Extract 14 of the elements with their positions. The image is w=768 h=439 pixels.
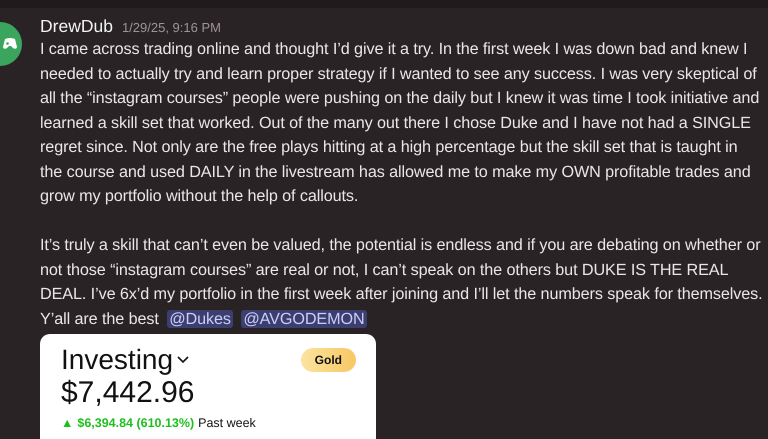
up-triangle-icon: ▲ — [61, 416, 74, 430]
tier-badge: Gold — [300, 348, 356, 372]
message-text: I came across trading online and thought I’d give it a try. In the first week I was down bad and knew I needed to actually try and learn proper strategy if I wanted to see any success. I was very skeptical of all the “instagram courses” people were pushing on the daily but I knew it was time I took initiative and learned a skill set that worked. Out of the many out there I chose Duke and I have not had a SINGLE regret since. Not only are the free plays hitting at a high percentage but the skill set that is taught in the course and used DAILY in the livestream has allowed me to make my OWN profitable trades and grow my portfolio without the help of callouts. — [40, 39, 760, 207]
mention-link[interactable]: @AVGODEMON — [241, 310, 367, 328]
message-text: It’s truly a skill that can’t even be valued, the potential is endless and if you are debating on whether or not those “instagram courses” are real or not, I can’t speak on the others but DUKE IS THE REAL DEAL. I’ve 6x’d my portfolio in the first week after joining and I’ll let the numbers speak for themselves. Y’all are the best @Dukes @AVGODEMON — [40, 235, 764, 330]
author-name[interactable]: DrewDub — [40, 16, 113, 37]
chevron-down-icon[interactable] — [177, 356, 190, 364]
timestamp: 1/29/25, 9:16 PM — [122, 20, 221, 35]
mention-link[interactable]: @Dukes — [167, 310, 233, 328]
controller-icon — [2, 37, 18, 51]
card-title: Investing — [61, 344, 174, 376]
balance: $7,442.96 — [61, 376, 196, 410]
change-amount: $6,394.84 (610.13%) — [77, 416, 194, 430]
period-label: Past week — [198, 416, 256, 430]
